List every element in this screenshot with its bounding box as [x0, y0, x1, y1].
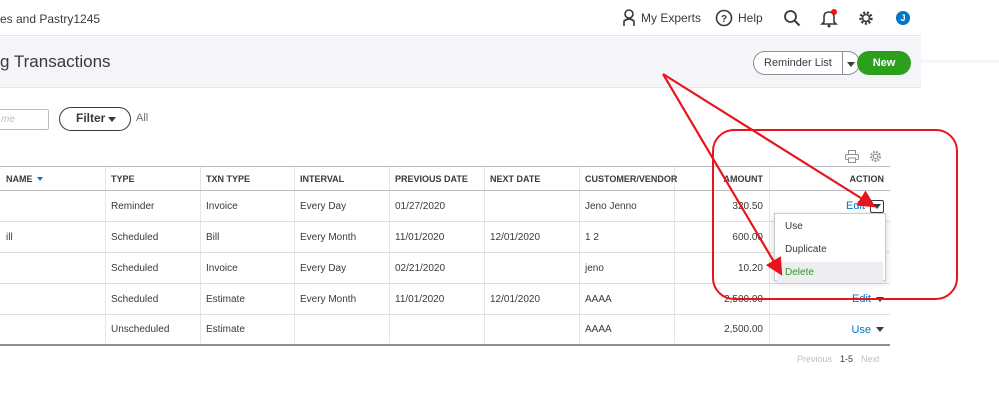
- reminder-list-group: Reminder List: [753, 51, 860, 75]
- new-button[interactable]: New: [857, 51, 911, 75]
- filter-value: All: [136, 112, 149, 124]
- cell-previous-date: 11/01/2020: [395, 231, 445, 243]
- cell-customer: AAAA: [585, 293, 612, 305]
- column-header-interval[interactable]: INTERVAL: [294, 167, 389, 190]
- cell-previous-date: 01/27/2020: [395, 200, 446, 212]
- cell-customer: jeno: [585, 262, 604, 274]
- column-header-previous-date[interactable]: PREVIOUS DATE: [389, 167, 484, 190]
- person-icon: [623, 9, 635, 26]
- cell-interval: [294, 315, 389, 344]
- next-page-link[interactable]: Next: [861, 354, 880, 364]
- page-range: 1-5: [840, 354, 854, 364]
- cell-interval: Every Month: [300, 293, 357, 305]
- cell-customer: AAAA: [585, 324, 612, 335]
- column-header-txn-type[interactable]: TXN TYPE: [200, 167, 294, 190]
- cell-txn-type: Bill: [206, 231, 220, 243]
- name-search-input[interactable]: me: [0, 109, 49, 130]
- top-bar: es and Pastry1245 My Experts ? Help J: [0, 0, 921, 36]
- cell-type: Scheduled: [111, 293, 159, 305]
- chevron-down-icon: [108, 117, 116, 122]
- cell-previous-date: [389, 315, 484, 344]
- cell-txn-type: Invoice: [206, 200, 238, 212]
- gear-icon[interactable]: [857, 9, 875, 27]
- column-header-label: NAME: [6, 173, 33, 184]
- cell-txn-type: Invoice: [206, 262, 238, 274]
- help-icon: ?: [715, 9, 733, 27]
- cell-type: Scheduled: [111, 262, 159, 274]
- column-header-customer-vendor[interactable]: CUSTOMER/VENDOR: [579, 167, 677, 190]
- column-header-next-date[interactable]: NEXT DATE: [484, 167, 579, 190]
- filter-label: Filter: [76, 111, 106, 125]
- reminder-list-button[interactable]: Reminder List: [753, 51, 843, 75]
- cell-next-date: [484, 315, 579, 344]
- cell-type: Scheduled: [111, 231, 159, 243]
- cell-interval: Every Day: [300, 200, 347, 212]
- page-header: g Transactions Reminder List New: [0, 37, 921, 88]
- svg-text:?: ?: [721, 14, 727, 25]
- chevron-down-icon[interactable]: [876, 327, 884, 332]
- sort-down-icon: [36, 176, 43, 181]
- annotation-highlight-box: [712, 129, 958, 300]
- table-row[interactable]: Unscheduled Estimate AAAA 2,500.00 Use: [0, 315, 890, 346]
- cell-name: [0, 284, 105, 314]
- my-experts-label: My Experts: [641, 11, 702, 25]
- column-header-type[interactable]: TYPE: [105, 167, 200, 190]
- cell-txn-type: Estimate: [206, 293, 245, 305]
- divider: [921, 60, 999, 64]
- filter-button[interactable]: Filter: [59, 107, 131, 131]
- cell-amount: 2,500.00: [724, 324, 763, 335]
- cell-next-date: 12/01/2020: [490, 231, 541, 243]
- my-experts-button[interactable]: My Experts: [622, 9, 701, 27]
- help-label: Help: [738, 11, 763, 25]
- previous-page-link[interactable]: Previous: [797, 354, 832, 364]
- help-button[interactable]: ? Help: [715, 9, 763, 27]
- notification-bell-icon[interactable]: [820, 8, 838, 28]
- cell-type: Unscheduled: [111, 324, 170, 335]
- pagination: Previous 1-5 Next: [797, 354, 880, 364]
- cell-next-date: 12/01/2020: [490, 293, 541, 305]
- cell-customer: 1 2: [585, 231, 599, 243]
- cell-name: [0, 191, 105, 221]
- cell-txn-type: Estimate: [206, 324, 245, 335]
- cell-name: [0, 253, 105, 283]
- column-header-name[interactable]: NAME: [0, 167, 105, 190]
- cell-name: [0, 315, 105, 344]
- cell-next-date: [484, 253, 579, 283]
- search-icon[interactable]: [783, 9, 801, 27]
- cell-interval: Every Day: [300, 262, 347, 274]
- use-link[interactable]: Use: [851, 324, 871, 336]
- cell-type: Reminder: [111, 200, 155, 212]
- cell-previous-date: 11/01/2020: [395, 293, 445, 305]
- cell-next-date: [484, 191, 579, 221]
- company-name: es and Pastry1245: [0, 12, 101, 26]
- avatar[interactable]: J: [896, 11, 910, 25]
- cell-previous-date: 02/21/2020: [395, 262, 446, 274]
- cell-name: ill: [6, 231, 13, 243]
- page-title: g Transactions: [0, 52, 111, 71]
- cell-action: Use: [769, 315, 890, 344]
- cell-customer: Jeno Jenno: [585, 200, 637, 212]
- cell-interval: Every Month: [300, 231, 357, 243]
